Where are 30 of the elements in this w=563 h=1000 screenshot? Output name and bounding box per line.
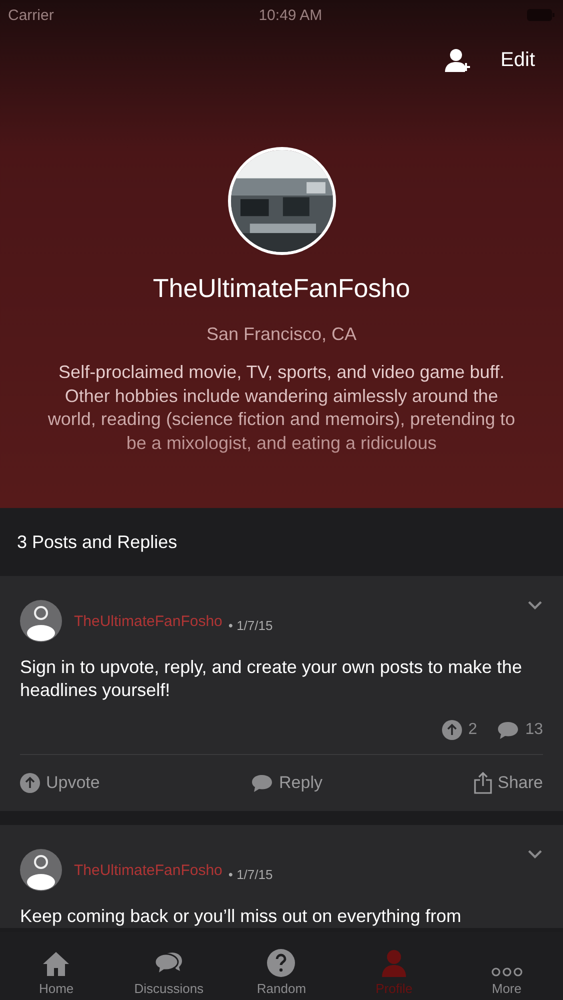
username: TheUltimateFanFosho	[152, 273, 410, 304]
speech-bubble-icon	[251, 774, 274, 792]
status-time: 10:49 AM	[258, 6, 322, 24]
upvote-button[interactable]: Upvote	[20, 773, 100, 793]
edit-button[interactable]: Edit	[500, 48, 535, 72]
chevron-down-icon[interactable]	[527, 849, 543, 859]
post-date: • 1/7/15	[228, 866, 273, 882]
question-icon	[267, 949, 296, 977]
tab-item[interactable]: Discussions	[112, 932, 226, 1000]
speech-bubble-icon	[497, 720, 520, 740]
tab-item[interactable]: Random	[225, 932, 338, 1000]
tab-item[interactable]: More	[450, 932, 563, 1000]
comment-count: 13	[525, 721, 543, 739]
person-icon	[380, 949, 408, 977]
post-text: Sign in to upvote, reply, and create your own posts to make the headlines yourself!	[20, 656, 523, 702]
share-button[interactable]: Share	[474, 772, 543, 794]
home-icon	[42, 951, 70, 977]
tab-item[interactable]: Home	[0, 932, 113, 1000]
post-text: Keep coming back or you’ll miss out on everything from	[20, 905, 462, 928]
avatar-icon	[20, 600, 62, 642]
avatar-icon	[20, 849, 62, 891]
share-icon	[474, 772, 492, 794]
carrier-text: Carrier	[8, 6, 54, 24]
post-date: • 1/7/15	[228, 618, 273, 632]
more-icon	[490, 967, 523, 977]
upvote-count: 2	[468, 721, 478, 739]
add-person-icon[interactable]	[444, 48, 471, 72]
location-text: San Francisco, CA	[206, 324, 357, 345]
reply-button[interactable]: Reply	[251, 773, 322, 793]
chevron-down-icon[interactable]	[527, 600, 543, 610]
